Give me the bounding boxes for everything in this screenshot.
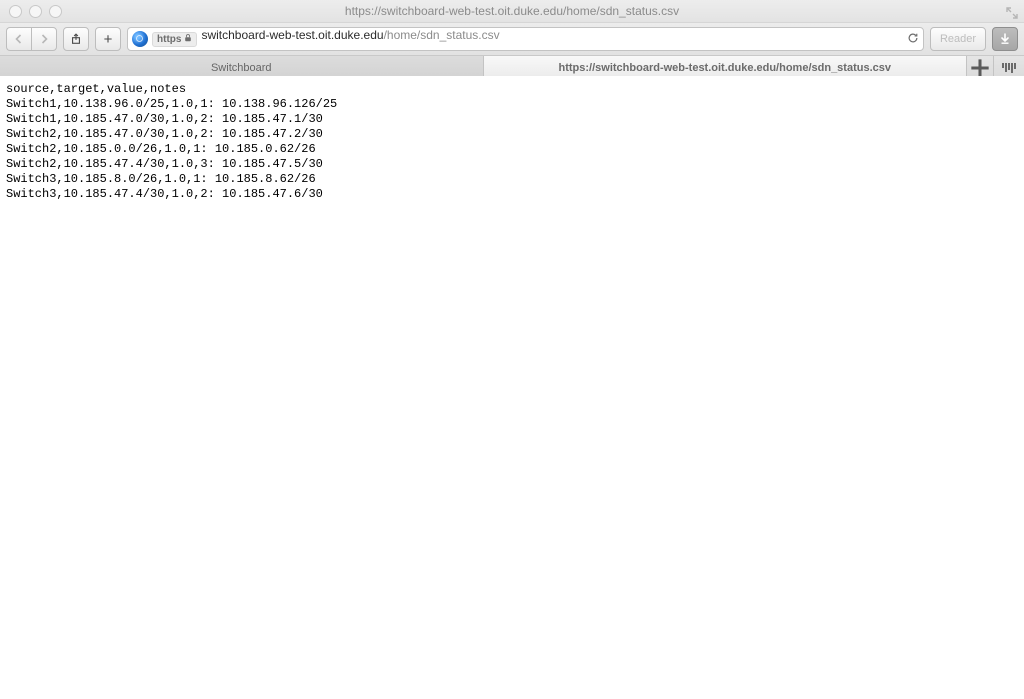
reader-button[interactable]: Reader	[930, 27, 986, 51]
window-title: https://switchboard-web-test.oit.duke.ed…	[0, 0, 1024, 22]
url-path: /home/sdn_status.csv	[384, 28, 500, 42]
https-badge: https	[152, 32, 197, 47]
tabs-overview-icon	[1002, 63, 1016, 73]
lock-icon	[184, 34, 192, 45]
add-bookmark-button[interactable]: +	[95, 27, 121, 51]
nav-back-forward	[6, 27, 57, 51]
site-favicon-icon	[132, 31, 148, 47]
tab-label: Switchboard	[211, 62, 272, 74]
back-button[interactable]	[6, 27, 31, 51]
share-button[interactable]	[63, 27, 89, 51]
tab-label: https://switchboard-web-test.oit.duke.ed…	[559, 62, 892, 74]
forward-button[interactable]	[31, 27, 57, 51]
downloads-button[interactable]	[992, 27, 1018, 51]
fullscreen-icon[interactable]	[1006, 4, 1018, 16]
minimize-window-button[interactable]	[29, 5, 42, 18]
close-window-button[interactable]	[9, 5, 22, 18]
address-bar[interactable]: https switchboard-web-test.oit.duke.edu/…	[127, 27, 924, 51]
https-label: https	[157, 34, 181, 45]
window-controls	[9, 5, 62, 18]
reload-button[interactable]	[907, 32, 919, 47]
url-text[interactable]: switchboard-web-test.oit.duke.edu/home/s…	[201, 28, 903, 50]
navigation-toolbar: + https switchboard-web-test.oit.duke.ed…	[0, 23, 1024, 56]
csv-text[interactable]: source,target,value,notes Switch1,10.138…	[6, 82, 1024, 202]
url-host: switchboard-web-test.oit.duke.edu	[201, 28, 383, 42]
window-titlebar: https://switchboard-web-test.oit.duke.ed…	[0, 0, 1024, 23]
zoom-window-button[interactable]	[49, 5, 62, 18]
reader-label: Reader	[940, 33, 976, 45]
page-content: source,target,value,notes Switch1,10.138…	[0, 76, 1024, 699]
